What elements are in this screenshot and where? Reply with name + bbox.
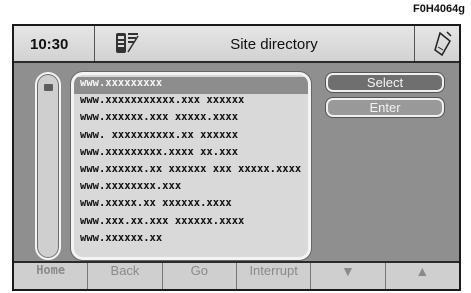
scroll-down-button[interactable]: ▼	[311, 263, 386, 289]
mobile-phone-icon[interactable]	[432, 30, 454, 58]
list-item[interactable]: www.xxxxxxxxx.xxxx xx.xxx	[74, 146, 308, 163]
list-item[interactable]: www.xxx.xx.xxx xxxxxx.xxxx	[74, 215, 308, 232]
list-item[interactable]: www. xxxxxxxxxx.xx xxxxxx	[74, 129, 308, 146]
select-button[interactable]: Select	[326, 73, 444, 92]
list-item[interactable]: www.xxxxxx.xx xxxxxx xxx xxxxx.xxxx	[74, 163, 308, 180]
site-list: www.xxxxxxxxx www.xxxxxxxxxxx.xxx xxxxxx w…	[71, 72, 311, 260]
list-item[interactable]: www.xxxxxx.xx	[74, 232, 308, 249]
list-item-selected[interactable]: www.xxxxxxxxx	[74, 77, 308, 95]
scrollbar-thumb[interactable]	[44, 84, 53, 91]
list-item[interactable]: www.xxxxxxxx.xxx	[74, 180, 308, 197]
figure-code: F0H4064g	[413, 3, 465, 15]
header-divider	[94, 26, 95, 61]
scroll-up-button[interactable]: ▲	[386, 263, 459, 289]
clock: 10:30	[30, 36, 69, 53]
device-screen: 10:30 Site directory www.xxxxxxxxx www.xx…	[12, 24, 461, 291]
bottom-toolbar: Home Back Go Interrupt ▼ ▲	[14, 261, 459, 289]
list-item[interactable]: www.xxxxxxxxxxx.xxx xxxxxx	[74, 94, 308, 111]
list-item[interactable]: www.xxxxx.xx xxxxxx.xxxx	[74, 197, 308, 214]
scrollbar[interactable]	[35, 72, 61, 260]
go-button[interactable]: Go	[163, 263, 237, 289]
interrupt-button[interactable]: Interrupt	[237, 263, 312, 289]
page-title: Site directory	[230, 36, 318, 53]
home-button[interactable]: Home	[14, 263, 89, 289]
header-divider	[414, 26, 415, 61]
header-bar: 10:30 Site directory	[14, 26, 459, 63]
phone-signal-icon	[116, 33, 139, 53]
back-button[interactable]: Back	[88, 263, 163, 289]
list-item[interactable]: www.xxxxxx.xxx xxxxx.xxxx	[74, 111, 308, 128]
enter-button[interactable]: Enter	[326, 98, 444, 117]
